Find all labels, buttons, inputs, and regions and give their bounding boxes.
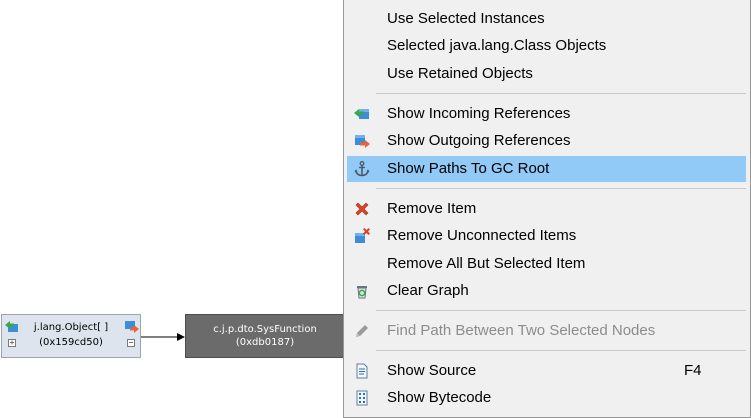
menu-item-clear-graph[interactable]: Clear Graph (347, 278, 746, 304)
menu-item-label: Show Incoming References (387, 105, 571, 122)
menu-item-label: Show Source (387, 362, 477, 379)
bytecode-icon (356, 390, 368, 406)
menu-item-show-outgoing-references[interactable]: Show Outgoing References (347, 128, 746, 154)
menu-item-label: Find Path Between Two Selected Nodes (387, 322, 656, 339)
source-file-icon (356, 363, 368, 379)
pencil-icon (356, 325, 368, 337)
menu-item-show-bytecode[interactable]: Show Bytecode (347, 385, 746, 411)
menu-item-label: Selected java.lang.Class Objects (387, 37, 607, 54)
red-x-icon (355, 202, 369, 216)
menu-item-show-source[interactable]: Show Source F4 (347, 358, 746, 384)
anchor-icon (354, 161, 370, 177)
menu-item-label: Use Retained Objects (387, 65, 533, 82)
function-node-address: (0xdb0187) (235, 337, 295, 348)
function-node-type: c.j.p.dto.SysFunction (213, 324, 317, 335)
menu-item-show-incoming-references[interactable]: Show Incoming References (347, 101, 746, 127)
reference-edge (141, 333, 185, 341)
menu-item-label: Remove Unconnected Items (387, 227, 577, 244)
menu-item-remove-all-but-selected[interactable]: Remove All But Selected Item (347, 251, 746, 277)
menu-item-label: Remove All But Selected Item (387, 255, 586, 272)
menu-item-label: Show Outgoing References (387, 132, 571, 149)
menu-item-remove-item[interactable]: Remove Item (347, 196, 746, 222)
menu-item-shortcut: F4 (684, 362, 702, 379)
sysfunction-node[interactable]: c.j.p.dto.SysFunction (0xdb0187) (185, 314, 345, 358)
menu-item-label: Use Selected Instances (387, 10, 545, 27)
menu-item-label: Show Bytecode (387, 389, 492, 406)
context-menu: Use Selected Instances Selected java.lan… (343, 0, 751, 418)
menu-item-use-retained-objects[interactable]: Use Retained Objects (347, 61, 746, 87)
menu-item-remove-unconnected-items[interactable]: Remove Unconnected Items (347, 223, 746, 249)
menu-item-label: Show Paths To GC Root (387, 160, 550, 177)
menu-separator (376, 310, 746, 311)
menu-item-use-selected-instances[interactable]: Use Selected Instances (347, 6, 746, 32)
recycle-bin-icon (357, 286, 367, 299)
menu-item-find-path-between-nodes[interactable]: Find Path Between Two Selected Nodes (347, 318, 746, 344)
menu-separator (376, 188, 746, 189)
outgoing-references-icon (355, 135, 370, 148)
menu-item-show-paths-to-gc-root[interactable]: Show Paths To GC Root (347, 156, 746, 182)
remove-unconnected-icon (355, 228, 370, 243)
incoming-references-icon (354, 109, 369, 119)
menu-item-label: Clear Graph (387, 282, 469, 299)
menu-item-selected-class-objects[interactable]: Selected java.lang.Class Objects (347, 33, 746, 59)
menu-separator (376, 93, 746, 94)
menu-separator (376, 350, 746, 351)
menu-item-label: Remove Item (387, 200, 477, 217)
